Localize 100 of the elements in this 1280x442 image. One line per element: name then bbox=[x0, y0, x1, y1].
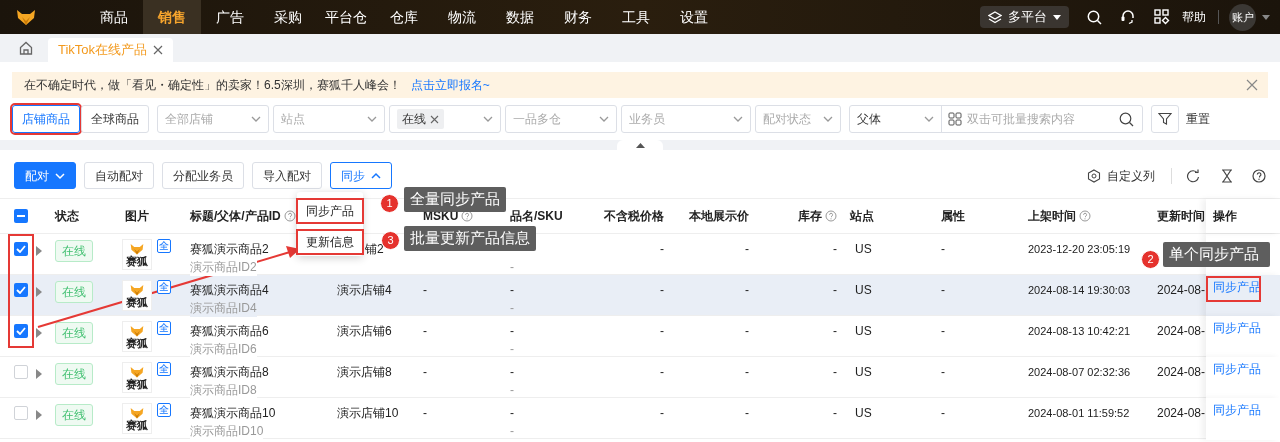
local-price-cell: - bbox=[745, 365, 749, 379]
global-badge: 全 bbox=[157, 403, 171, 417]
sync-product-link[interactable]: 同步产品 bbox=[1213, 362, 1261, 376]
reset-link[interactable]: 重置 bbox=[1186, 110, 1210, 128]
sku-cell-text: - bbox=[510, 341, 514, 358]
global-badge: 全 bbox=[157, 280, 171, 294]
nav-item[interactable]: 销售 bbox=[143, 0, 201, 34]
callout-label: 单个同步产品 bbox=[1163, 242, 1270, 267]
close-icon bbox=[153, 45, 164, 55]
sku-cell-text: - bbox=[510, 423, 514, 440]
filter-button[interactable] bbox=[1151, 105, 1179, 133]
nav-item[interactable]: 仓库 bbox=[375, 0, 433, 34]
home-icon bbox=[19, 41, 33, 55]
close-icon bbox=[430, 114, 439, 124]
attribute-cell: - bbox=[941, 242, 945, 256]
msku-cell: - bbox=[423, 283, 427, 297]
toolbar-button[interactable]: 导入配对 bbox=[252, 162, 322, 189]
layers-icon bbox=[988, 10, 1002, 24]
updated-time: 2024-08- bbox=[1157, 283, 1206, 297]
site-cell: US bbox=[855, 283, 872, 297]
row-checkbox[interactable] bbox=[14, 324, 28, 338]
local-price-cell: - bbox=[745, 242, 749, 256]
site-cell: US bbox=[855, 242, 872, 256]
status-tag: 在线 bbox=[55, 404, 93, 426]
site-cell: US bbox=[855, 365, 872, 379]
store-name: 演示店铺6 bbox=[337, 324, 392, 338]
platform-switcher[interactable]: 多平台 bbox=[980, 6, 1069, 28]
scope-button[interactable]: 店铺商品 bbox=[12, 105, 80, 133]
attribute-cell: - bbox=[941, 324, 945, 338]
attribute-cell: - bbox=[941, 406, 945, 420]
expand-arrow-icon bbox=[36, 328, 42, 338]
store-name: 演示店铺10 bbox=[337, 406, 399, 420]
sync-product-link[interactable]: 同步产品 bbox=[1213, 321, 1261, 335]
toolbar-button[interactable]: 同步 bbox=[330, 162, 392, 189]
product-title: 赛狐演示商品8 bbox=[190, 364, 269, 381]
product-name: - bbox=[510, 405, 514, 422]
column-header: 本地展示价 bbox=[689, 208, 749, 225]
scope-button[interactable]: 全球商品 bbox=[81, 105, 149, 133]
table-row[interactable]: 在线 赛狐 全 赛狐演示商品8 演示商品ID8 演示店铺8 - - - - - - US - 2024-08-07 02:32:36 2024-08- 同步产品 bbox=[0, 357, 1280, 398]
column-header: 更新时间 bbox=[1157, 208, 1205, 225]
toolbar-button[interactable]: 分配业务员 bbox=[162, 162, 244, 189]
thumbnail-caption: 赛狐 bbox=[126, 336, 148, 349]
row-checkbox[interactable] bbox=[14, 406, 28, 420]
table-row[interactable]: 在线 赛狐 全 赛狐演示商品10 演示商品ID10 演示店铺10 - - - - - - US - 2024-08-01 11:59:52 2024-08- 同步产品 bbox=[0, 398, 1280, 439]
table-row[interactable]: 在线 赛狐 全 赛狐演示商品6 演示商品ID6 演示店铺6 - - - - - - US - 2024-08-13 10:42:21 2024-08- 同步产品 bbox=[0, 316, 1280, 357]
column-header: 站点 bbox=[850, 208, 874, 225]
msku-cell: - bbox=[423, 324, 427, 338]
help-link[interactable]: 帮助 bbox=[1182, 8, 1206, 26]
product-id: 演示商品ID2 bbox=[190, 258, 257, 276]
product-name: - bbox=[510, 323, 514, 340]
toolbar-button[interactable]: 配对 bbox=[14, 162, 76, 189]
signup-link[interactable]: 点击立即报名~ bbox=[410, 76, 490, 94]
thumbnail-caption: 赛狐 bbox=[126, 418, 148, 431]
listed-time: 2024-08-01 11:59:52 bbox=[1028, 407, 1130, 419]
row-checkbox[interactable] bbox=[14, 283, 28, 297]
product-id: 演示商品ID8 bbox=[190, 381, 257, 399]
callout-label: 批量更新产品信息 bbox=[404, 226, 536, 251]
product-id: 演示商品ID4 bbox=[190, 299, 257, 317]
site-cell: US bbox=[855, 406, 872, 420]
expand-arrow-icon bbox=[36, 287, 42, 297]
callout-label: 全量同步产品 bbox=[404, 187, 506, 212]
nav-item[interactable]: 数据 bbox=[491, 0, 549, 34]
global-badge: 全 bbox=[157, 362, 171, 376]
sync-product-link[interactable]: 同步产品 bbox=[1213, 403, 1261, 417]
nav-item[interactable]: 采购 bbox=[259, 0, 317, 34]
nav-item[interactable]: 商品 bbox=[85, 0, 143, 34]
custom-columns-link[interactable]: 自定义列 bbox=[1107, 166, 1155, 185]
attribute-cell: - bbox=[941, 365, 945, 379]
stock-cell: - bbox=[833, 406, 837, 420]
column-header: 库存 bbox=[798, 208, 822, 225]
nav-item[interactable]: 物流 bbox=[433, 0, 491, 34]
nav-item[interactable]: 财务 bbox=[549, 0, 607, 34]
listed-time: 2024-08-14 19:30:03 bbox=[1028, 284, 1131, 296]
product-id: 演示商品ID10 bbox=[190, 422, 264, 440]
highlight-frame bbox=[1206, 276, 1261, 302]
status-tag: 在线 bbox=[55, 281, 93, 303]
row-checkbox[interactable] bbox=[14, 242, 28, 256]
account-avatar[interactable]: 账户 bbox=[1229, 3, 1256, 31]
nav-item[interactable]: 广告 bbox=[201, 0, 259, 34]
settings-icon bbox=[1087, 168, 1101, 183]
select-all-checkbox[interactable] bbox=[14, 209, 28, 223]
local-price-cell: - bbox=[745, 283, 749, 297]
nav-item[interactable]: 设置 bbox=[665, 0, 723, 34]
nav-item[interactable]: 平台仓 bbox=[317, 0, 375, 34]
menu-item[interactable]: 同步产品 bbox=[298, 200, 362, 222]
column-header: 图片 bbox=[125, 208, 149, 225]
updated-time: 2024-08- bbox=[1157, 324, 1206, 338]
help-icon bbox=[1252, 168, 1266, 183]
expand-arrow-icon bbox=[36, 246, 42, 256]
nav-item[interactable]: 工具 bbox=[607, 0, 665, 34]
row-checkbox[interactable] bbox=[14, 365, 28, 379]
toolbar-button[interactable]: 自动配对 bbox=[84, 162, 154, 189]
updated-time: 2024-08- bbox=[1157, 365, 1206, 379]
refresh-icon bbox=[1186, 168, 1200, 183]
menu-item[interactable]: 更新信息 bbox=[298, 231, 362, 253]
product-title: 赛狐演示商品4 bbox=[190, 282, 269, 299]
price-cell: - bbox=[660, 242, 664, 256]
listed-time: 2023-12-20 23:05:19 bbox=[1028, 243, 1131, 255]
filter-select[interactable]: 在线 bbox=[389, 105, 501, 133]
column-header: 属性 bbox=[941, 208, 965, 225]
